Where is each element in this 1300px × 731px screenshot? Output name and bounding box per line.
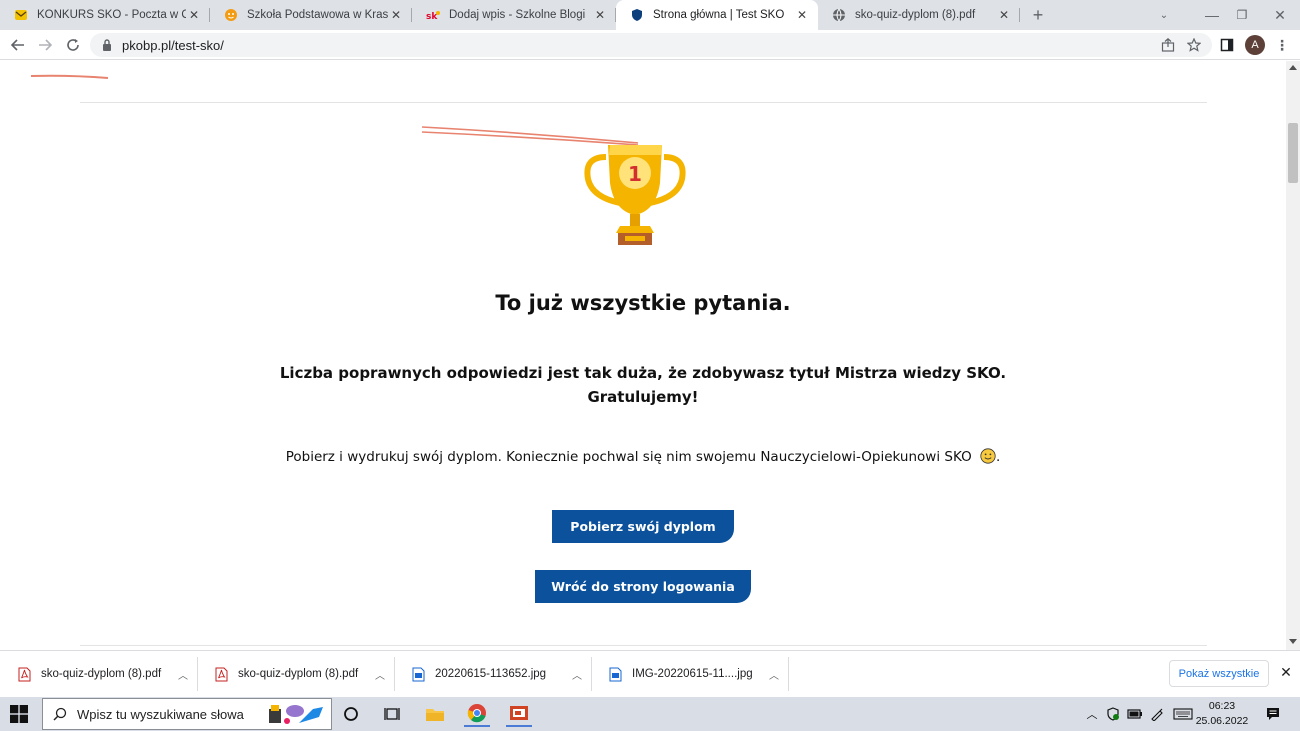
- download-filename: sko-quiz-dyplom (8).pdf: [41, 668, 162, 680]
- notifications-icon[interactable]: [1262, 697, 1284, 731]
- download-instruction-end: .: [996, 449, 1001, 465]
- trophy-icon: 1: [421, 126, 686, 245]
- cortana-icon[interactable]: [338, 701, 364, 727]
- new-tab-plus-icon[interactable]: +: [1026, 0, 1050, 30]
- chrome-taskbar-icon[interactable]: [464, 701, 490, 727]
- result-message: Liczba poprawnych odpowiedzi jest tak du…: [0, 361, 1286, 409]
- divider-top: [80, 102, 1207, 103]
- windows-taskbar: Wpisz tu wyszukiwane słowa ︿ 06:23 25.06…: [0, 697, 1300, 731]
- download-filename: IMG-20220615-11....jpg: [632, 668, 753, 680]
- download-item[interactable]: sko-quiz-dyplom (8).pdf ︿: [2, 657, 198, 691]
- window-close-icon[interactable]: ✕: [1268, 0, 1292, 30]
- clock-time: 06:23: [1208, 700, 1236, 712]
- download-instruction-text: Pobierz i wydrukuj swój dyplom. Konieczn…: [285, 449, 972, 465]
- url-text: pkobp.pl/test-sko/: [122, 37, 224, 53]
- close-tab-icon[interactable]: ✕: [996, 8, 1012, 22]
- sko-favicon-icon: sk: [426, 11, 440, 22]
- download-instruction: Pobierz i wydrukuj swój dyplom. Konieczn…: [0, 448, 1286, 465]
- page-scrollbar[interactable]: [1286, 61, 1300, 650]
- search-placeholder: Wpisz tu wyszukiwane słowa: [77, 706, 244, 722]
- browser-menu-icon[interactable]: ⋮: [1270, 33, 1294, 57]
- pen-icon[interactable]: [1148, 697, 1166, 731]
- battery-icon[interactable]: [1126, 697, 1144, 731]
- tab-title: KONKURS SKO - Poczta w Onet.p: [37, 9, 186, 21]
- image-file-icon: [609, 667, 622, 681]
- chevron-up-icon[interactable]: ︿: [760, 667, 788, 682]
- clock-date: 25.06.2022: [1195, 715, 1249, 727]
- tab-search-chevron-icon[interactable]: ⌄: [1152, 0, 1176, 30]
- chevron-up-icon[interactable]: ︿: [366, 667, 394, 682]
- tab-title: Strona główna | Test SKO: [653, 9, 785, 21]
- close-tab-icon[interactable]: ✕: [592, 8, 608, 22]
- defender-shield-icon[interactable]: [1104, 697, 1122, 731]
- forward-arrow-icon[interactable]: [33, 33, 57, 57]
- download-diploma-button[interactable]: Pobierz swój dyplom: [552, 510, 734, 543]
- search-icon: [53, 707, 67, 721]
- page-heading: To już wszystkie pytania.: [495, 291, 791, 315]
- tab-title: sko-quiz-dyplom (8).pdf: [855, 9, 976, 21]
- result-line-2: Gratulujemy!: [587, 388, 699, 406]
- tab-onet-mail[interactable]: KONKURS SKO - Poczta w Onet.p ✕: [0, 0, 210, 30]
- address-bar[interactable]: pkobp.pl/test-sko/: [90, 33, 1212, 57]
- chevron-up-icon[interactable]: ︿: [169, 667, 197, 682]
- download-item[interactable]: IMG-20220615-11....jpg ︿: [593, 657, 789, 691]
- share-icon[interactable]: [1156, 33, 1180, 57]
- keyboard-icon[interactable]: [1171, 697, 1195, 731]
- smiley-icon: [980, 448, 996, 464]
- task-view-icon[interactable]: [380, 701, 406, 727]
- tab-title: Dodaj wpis - Szkolne Blogi: [449, 9, 586, 21]
- presentation-app-icon[interactable]: [506, 701, 532, 727]
- close-tab-icon[interactable]: ✕: [186, 8, 202, 22]
- divider-bottom: [80, 645, 1207, 646]
- pdf-file-icon: [215, 667, 228, 681]
- image-file-icon: [412, 667, 425, 681]
- windows-start-icon[interactable]: [10, 705, 28, 723]
- tab-pdf[interactable]: sko-quiz-dyplom (8).pdf ✕: [818, 0, 1020, 30]
- reload-icon[interactable]: [61, 33, 85, 57]
- browser-toolbar: pkobp.pl/test-sko/ A ⋮: [0, 30, 1300, 60]
- profile-avatar[interactable]: A: [1245, 35, 1265, 55]
- scroll-down-icon[interactable]: [1289, 639, 1297, 644]
- back-to-login-button[interactable]: Wróć do strony logowania: [535, 570, 751, 603]
- school-favicon-icon: [225, 9, 237, 21]
- download-item[interactable]: 20220615-113652.jpg ︿: [396, 657, 592, 691]
- download-filename: 20220615-113652.jpg: [435, 668, 547, 680]
- bookmark-star-icon[interactable]: [1182, 33, 1206, 57]
- pdf-file-icon: [18, 667, 31, 681]
- shield-favicon-icon: [632, 9, 642, 21]
- show-all-downloads-button[interactable]: Pokaż wszystkie: [1169, 660, 1269, 687]
- side-panel-icon[interactable]: [1215, 33, 1239, 57]
- download-item[interactable]: sko-quiz-dyplom (8).pdf ︿: [199, 657, 395, 691]
- tab-blog[interactable]: sk Dodaj wpis - Szkolne Blogi ✕: [412, 0, 616, 30]
- close-downloads-icon[interactable]: ✕: [1278, 664, 1294, 684]
- search-highlight-illustration-icon: [269, 705, 323, 724]
- globe-favicon-icon: [833, 8, 845, 22]
- restore-icon[interactable]: ❐: [1230, 0, 1254, 30]
- lock-icon[interactable]: [102, 39, 112, 51]
- minimize-icon[interactable]: —: [1200, 0, 1224, 30]
- back-arrow-icon[interactable]: [6, 33, 30, 57]
- tray-chevron-up-icon[interactable]: ︿: [1084, 697, 1100, 731]
- downloads-bar: sko-quiz-dyplom (8).pdf ︿ sko-quiz-dyplo…: [0, 650, 1300, 697]
- mail-favicon-icon: [15, 10, 27, 20]
- trophy-number: 1: [628, 162, 642, 186]
- scrollbar-thumb[interactable]: [1288, 123, 1298, 183]
- tab-school[interactable]: Szkoła Podstawowa w Krasnej - ' ✕: [210, 0, 412, 30]
- download-filename: sko-quiz-dyplom (8).pdf: [238, 668, 359, 680]
- close-tab-icon[interactable]: ✕: [388, 8, 404, 22]
- tab-test-sko[interactable]: Strona główna | Test SKO ✕: [616, 0, 818, 30]
- close-tab-icon[interactable]: ✕: [794, 8, 810, 22]
- chevron-up-icon[interactable]: ︿: [563, 667, 591, 682]
- result-line-1: Liczba poprawnych odpowiedzi jest tak du…: [279, 364, 1007, 382]
- scroll-up-icon[interactable]: [1289, 65, 1297, 70]
- page-content: 1 To już wszystkie pytania. Liczba popra…: [0, 61, 1286, 650]
- file-explorer-icon[interactable]: [422, 701, 448, 727]
- ribbon-fragment-decoration: [30, 74, 109, 79]
- tab-title: Szkoła Podstawowa w Krasnej - ': [247, 9, 388, 21]
- taskbar-search-box[interactable]: Wpisz tu wyszukiwane słowa: [42, 698, 332, 730]
- tab-strip: KONKURS SKO - Poczta w Onet.p ✕ Szkoła P…: [0, 0, 1300, 30]
- taskbar-clock[interactable]: 06:23 25.06.2022: [1195, 699, 1249, 729]
